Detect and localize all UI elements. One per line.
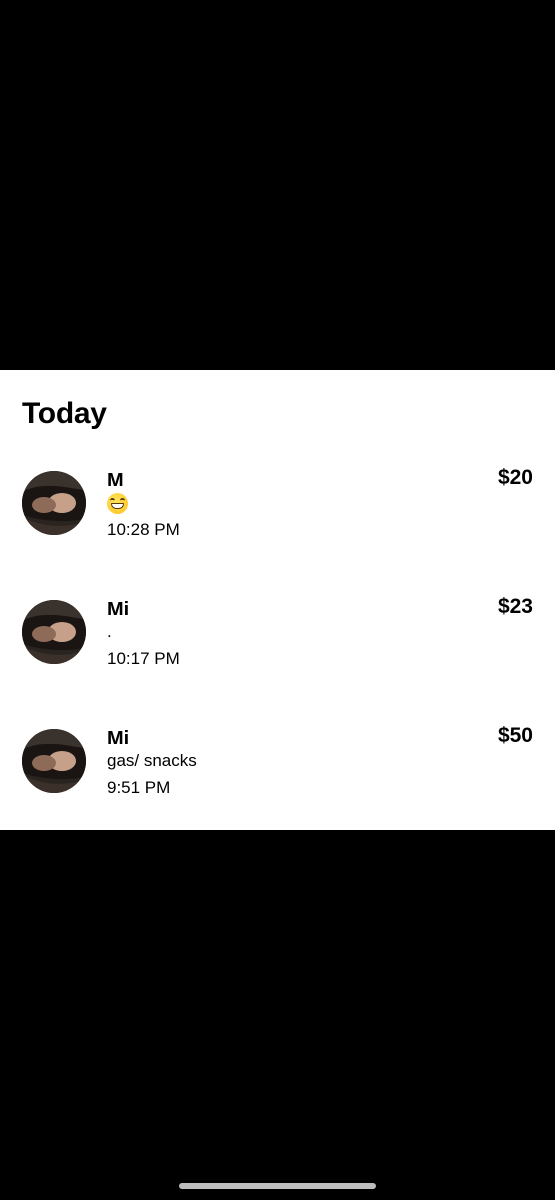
home-indicator[interactable] [179, 1183, 376, 1189]
transaction-time: 10:17 PM [107, 649, 180, 668]
transaction-row[interactable]: Mi $50 gas/ snacks 9:51 PM [0, 720, 555, 830]
sender-name: Mi [107, 599, 130, 615]
screen: Today M $20 10:28 PM Mi $23 . 10:17 PM M… [0, 0, 555, 1200]
transaction-time: 10:28 PM [107, 520, 180, 539]
transaction-note [107, 492, 128, 515]
amount: $50 [497, 724, 533, 747]
sender-name: M [107, 470, 124, 486]
grinning-face-emoji-icon [107, 493, 128, 515]
avatar [22, 471, 86, 535]
activity-sheet: Today M $20 10:28 PM Mi $23 . 10:17 PM M… [0, 370, 555, 830]
avatar [22, 729, 86, 793]
transaction-time: 9:51 PM [107, 778, 171, 797]
section-title-today: Today [22, 397, 107, 430]
sender-name: Mi [107, 728, 130, 744]
amount: $20 [497, 466, 533, 489]
transaction-row[interactable]: Mi $23 . 10:17 PM [0, 591, 555, 701]
transaction-note: . [107, 622, 112, 641]
transaction-note: gas/ snacks [107, 751, 197, 770]
avatar [22, 600, 86, 664]
transaction-row[interactable]: M $20 10:28 PM [0, 462, 555, 572]
amount: $23 [497, 595, 533, 618]
